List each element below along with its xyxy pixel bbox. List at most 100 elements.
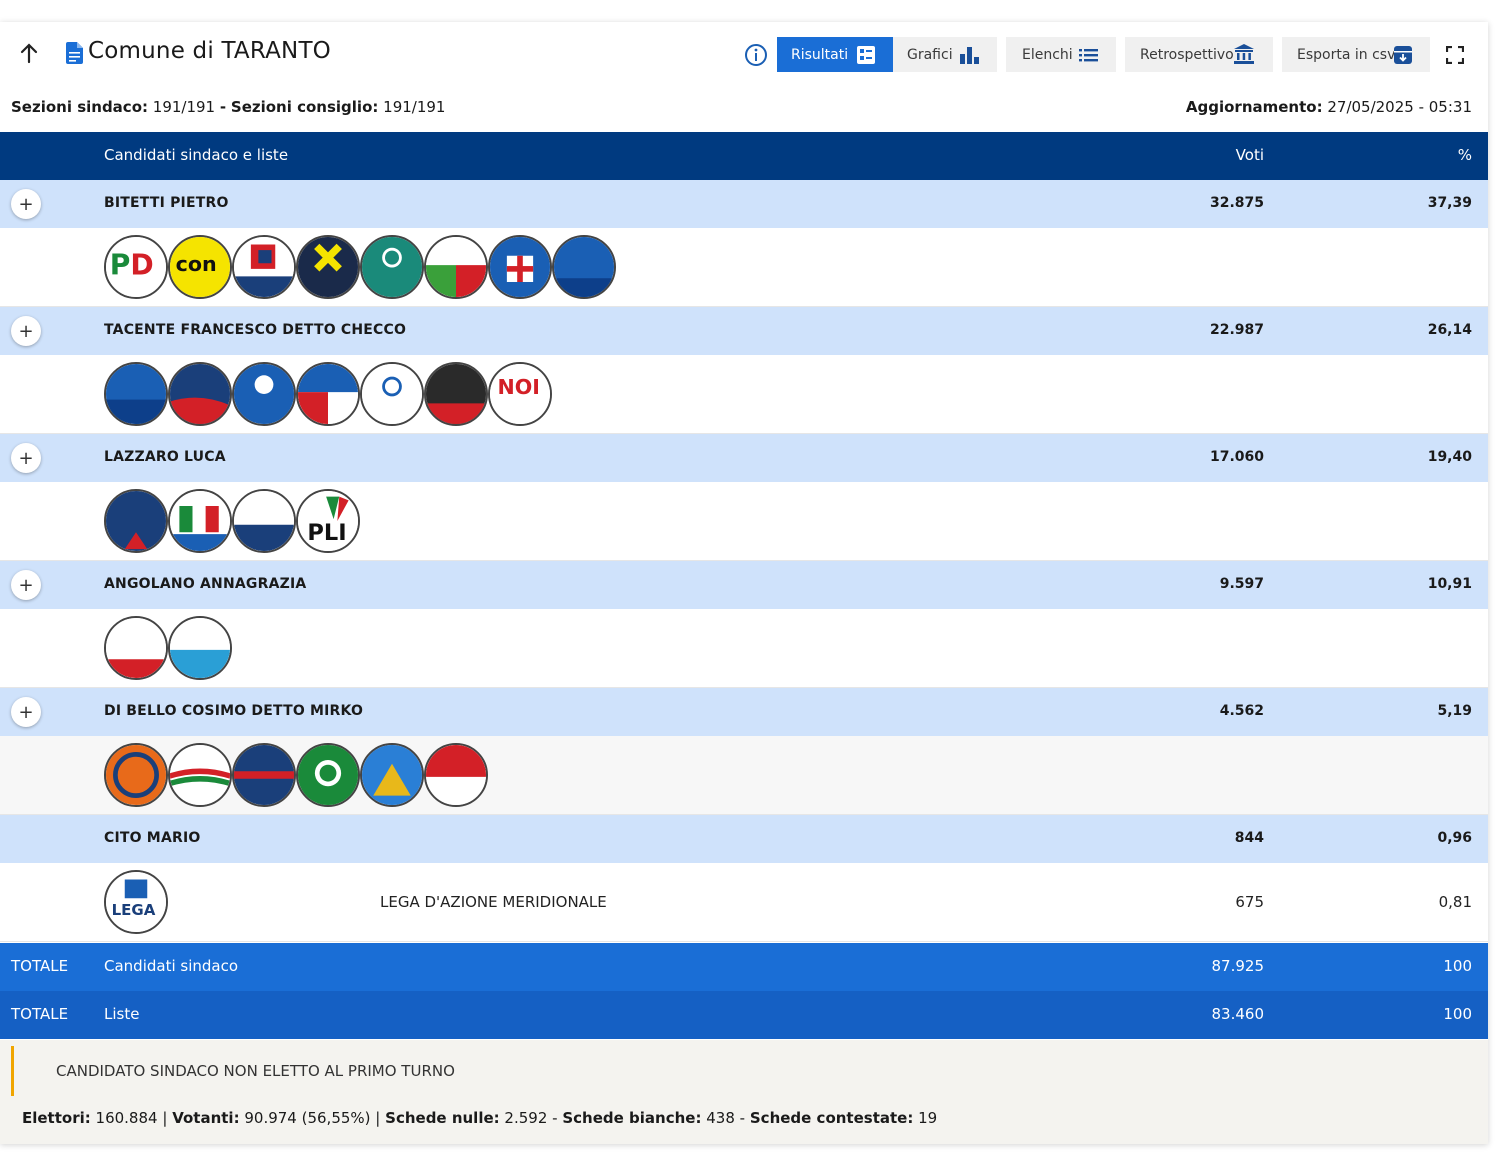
candidate-row: + DI BELLO COSIMO DETTO MIRKO 4.562 5,19 xyxy=(0,688,1488,736)
expand-button[interactable]: + xyxy=(11,443,41,473)
party-logo-demos[interactable] xyxy=(360,235,424,299)
party-logo-bitetti-sindaco[interactable] xyxy=(232,235,296,299)
list-pct: 0,81 xyxy=(1438,893,1472,911)
candidate-votes: 22.987 xyxy=(1209,322,1264,338)
stats-separator: - xyxy=(552,1109,558,1127)
party-logo-impronta-verde[interactable] xyxy=(296,743,360,807)
candidate-pct: 19,40 xyxy=(1427,449,1472,465)
arrow-up-icon[interactable] xyxy=(18,42,40,64)
expand-button[interactable]: + xyxy=(11,189,41,219)
candidate-votes: 844 xyxy=(1234,830,1264,846)
retrospettivo-label: Retrospettivo xyxy=(1140,46,1234,63)
party-logo-fratelli-italia[interactable] xyxy=(104,489,168,553)
candidate-votes: 17.060 xyxy=(1209,449,1264,465)
expand-button[interactable]: + xyxy=(11,316,41,346)
esporta-csv-button[interactable]: Esporta in csv xyxy=(1282,37,1430,72)
update-value: 27/05/2025 - 05:31 xyxy=(1327,98,1472,116)
list-row: LEGA LEGA D'AZIONE MERIDIONALE 675 0,81 xyxy=(0,863,1488,942)
retrospettivo-button[interactable]: Retrospettivo xyxy=(1125,37,1273,72)
party-logo-forza-italia[interactable] xyxy=(168,489,232,553)
grafici-label: Grafici xyxy=(907,46,953,63)
risultati-label: Risultati xyxy=(791,46,849,63)
party-logos-row xyxy=(0,609,1488,688)
update-label: Aggiornamento: xyxy=(1185,98,1323,116)
candidate-pct: 0,96 xyxy=(1437,830,1472,846)
party-logo-movimento-2050[interactable] xyxy=(104,616,168,680)
contestate-value: 19 xyxy=(918,1109,938,1127)
party-logo-tacente-sindaco[interactable] xyxy=(360,362,424,426)
party-logo-per-bitetti[interactable] xyxy=(296,235,360,299)
candidate-votes: 32.875 xyxy=(1209,195,1264,211)
total-name: Candidati sindaco xyxy=(104,957,239,975)
turnout-stats: Elettori: 160.884 | Votanti: 90.974 (56,… xyxy=(22,1109,937,1127)
elettori-value: 160.884 xyxy=(95,1109,158,1127)
svg-text:NOI: NOI xyxy=(498,375,540,399)
results-icon xyxy=(857,46,875,64)
party-logo-prima-taranto[interactable] xyxy=(104,362,168,426)
party-logo-i-rioni[interactable] xyxy=(424,743,488,807)
party-logo-angolano-sindaco[interactable] xyxy=(168,616,232,680)
candidate-name: ANGOLANO ANNAGRAZIA xyxy=(104,576,307,592)
candidate-row: + BITETTI PIETRO 32.875 37,39 xyxy=(0,180,1488,228)
candidate-name: CITO MARIO xyxy=(104,830,201,846)
svg-text:D: D xyxy=(130,249,153,282)
party-logo-tre-terre[interactable] xyxy=(360,743,424,807)
party-logos-row: NOI xyxy=(0,355,1488,434)
candidate-pct: 5,19 xyxy=(1437,703,1472,719)
candidate-row: + TACENTE FRANCESCO DETTO CHECCO 22.987 … xyxy=(0,307,1488,355)
elenchi-button[interactable]: Elenchi xyxy=(1006,37,1116,72)
expand-button[interactable]: + xyxy=(11,570,41,600)
meta-separator: - xyxy=(219,98,227,116)
nulle-value: 2.592 xyxy=(504,1109,548,1127)
party-logo-movimento-sportivo[interactable] xyxy=(232,743,296,807)
svg-text:P: P xyxy=(110,249,131,282)
party-logo-di-bello[interactable] xyxy=(104,743,168,807)
update-info: Aggiornamento: 27/05/2025 - 05:31 xyxy=(1186,98,1472,116)
party-logo-tacente-socialisti[interactable] xyxy=(296,362,360,426)
candidate-name: LAZZARO LUCA xyxy=(104,449,226,465)
total-row-lists: TOTALE Liste 83.460 100 xyxy=(0,991,1488,1039)
sez-consiglio-value: 191/191 xyxy=(383,98,446,116)
total-row-candidates: TOTALE Candidati sindaco 87.925 100 xyxy=(0,943,1488,991)
stats-separator: | xyxy=(375,1109,381,1127)
candidate-row: + LAZZARO LUCA 17.060 19,40 xyxy=(0,434,1488,482)
grafici-button[interactable]: Grafici xyxy=(893,37,997,72)
table-header: Candidati sindaco e liste Voti % xyxy=(0,132,1488,180)
party-logo-pli[interactable]: PLI xyxy=(296,489,360,553)
party-logo-taranto-futuro[interactable] xyxy=(168,743,232,807)
nulle-label: Schede nulle: xyxy=(385,1109,500,1127)
party-logo-taranto-popolare[interactable] xyxy=(424,362,488,426)
fullscreen-icon[interactable] xyxy=(1446,46,1464,64)
votanti-label: Votanti: xyxy=(172,1109,240,1127)
party-logo-azione[interactable] xyxy=(552,235,616,299)
sections-info: Sezioni sindaco: 191/191 - Sezioni consi… xyxy=(11,98,445,116)
party-logo-noi-moderati[interactable] xyxy=(232,489,296,553)
total-label: TOTALE xyxy=(11,957,69,975)
elettori-label: Elettori: xyxy=(22,1109,91,1127)
party-logo-lega-azione-meridionale[interactable]: LEGA xyxy=(104,870,168,934)
total-votes: 87.925 xyxy=(1211,957,1265,975)
party-logo-avs[interactable] xyxy=(424,235,488,299)
sez-sindaco-label: Sezioni sindaco: xyxy=(11,98,148,116)
candidate-row: CITO MARIO 844 0,96 xyxy=(0,815,1488,863)
party-logos-row xyxy=(0,736,1488,815)
info-icon[interactable] xyxy=(744,43,768,67)
party-logo-noi-taranto[interactable]: NOI xyxy=(488,362,552,426)
party-logo-patto-popolare[interactable] xyxy=(168,362,232,426)
header-votes: Voti xyxy=(1235,146,1264,164)
party-logo-udc-tacente[interactable] xyxy=(232,362,296,426)
party-logos-row: PD con xyxy=(0,228,1488,307)
institution-icon xyxy=(1234,44,1254,64)
contestate-label: Schede contestate: xyxy=(749,1109,914,1127)
party-logo-pd[interactable]: PD xyxy=(104,235,168,299)
sez-sindaco-value: 191/191 xyxy=(152,98,216,116)
party-logo-con-bitetti[interactable]: con xyxy=(168,235,232,299)
expand-button[interactable]: + xyxy=(11,697,41,727)
party-logo-dc[interactable] xyxy=(488,235,552,299)
total-pct: 100 xyxy=(1443,957,1472,975)
download-box-icon xyxy=(1394,46,1412,64)
total-name: Liste xyxy=(104,1005,140,1023)
header-pct: % xyxy=(1457,146,1472,164)
header-candidates: Candidati sindaco e liste xyxy=(104,146,289,164)
risultati-button[interactable]: Risultati xyxy=(777,37,893,72)
